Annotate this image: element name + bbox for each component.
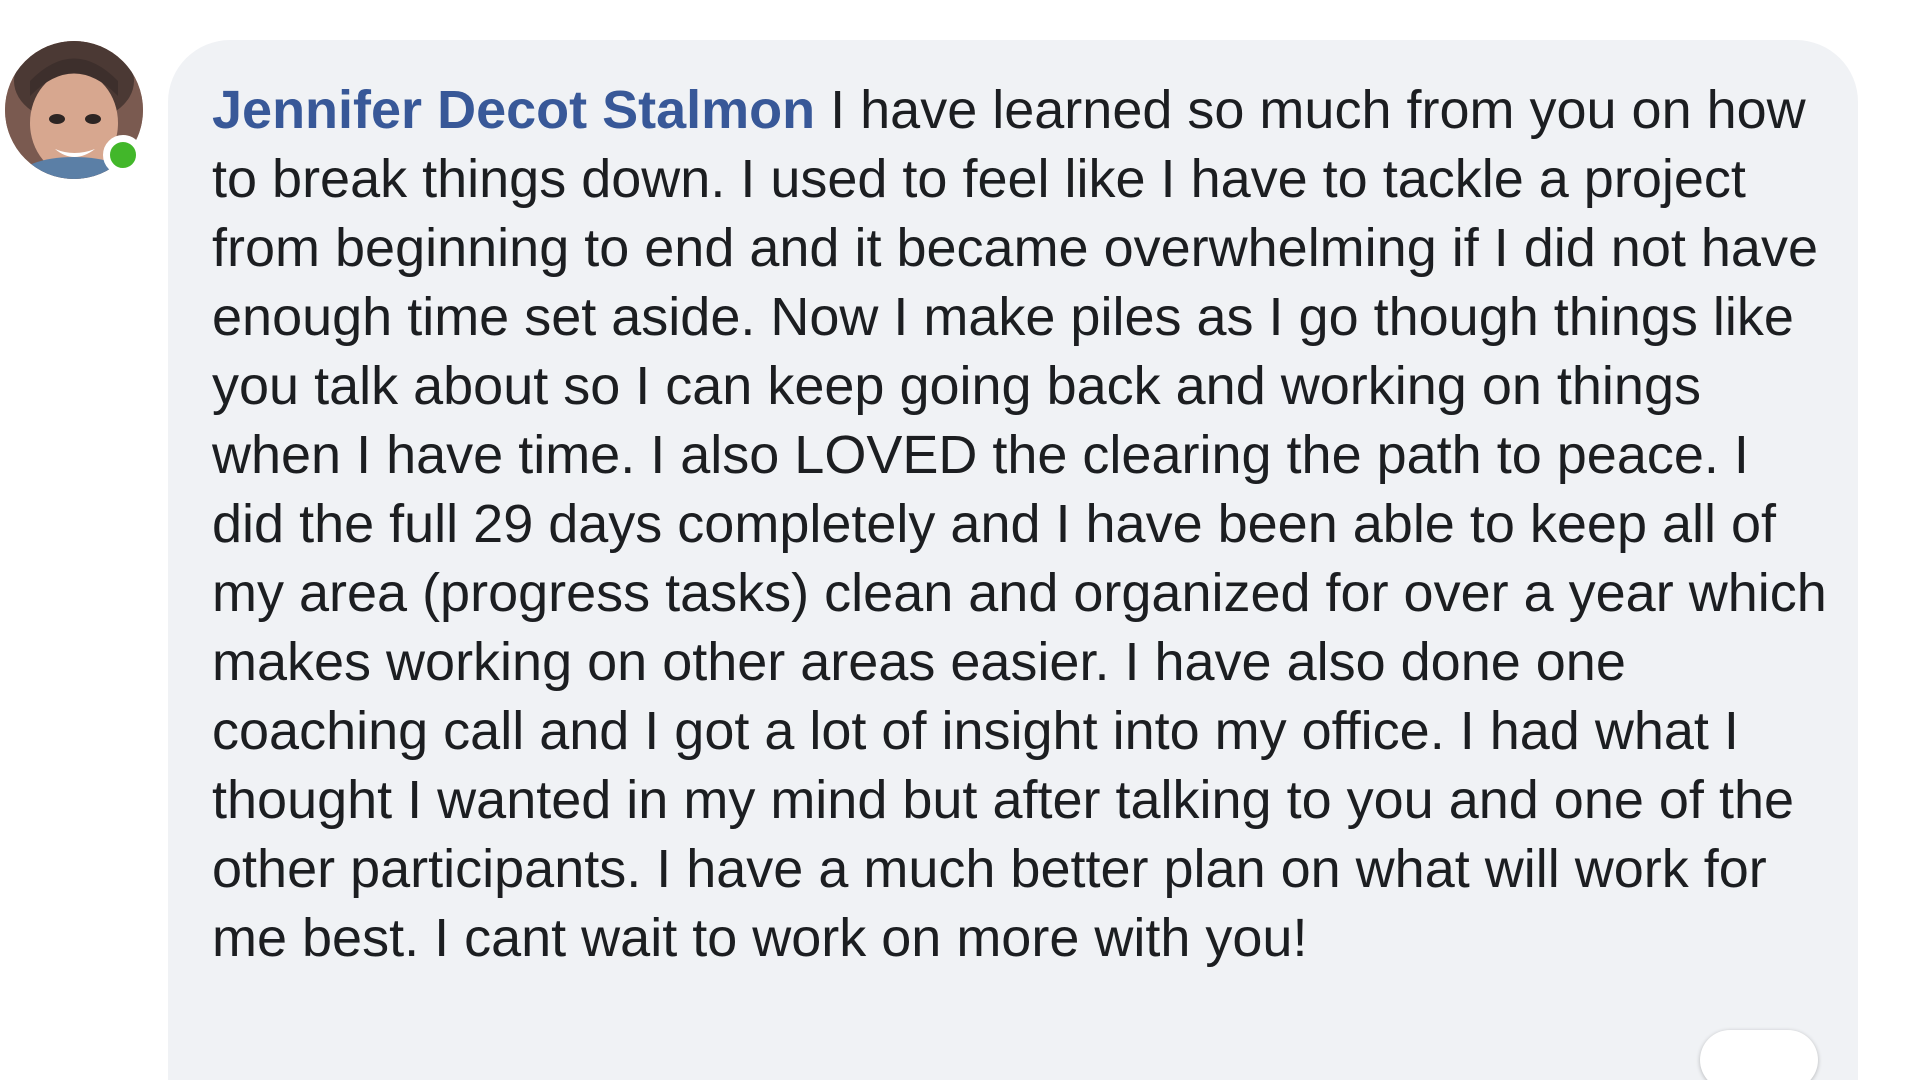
- online-status-icon: [103, 135, 143, 175]
- reactions-pill[interactable]: [1700, 1030, 1818, 1080]
- comment-author-link[interactable]: Jennifer Decot Stalmon: [212, 80, 815, 140]
- comment-bubble: Jennifer Decot Stalmon I have learned so…: [168, 40, 1858, 1080]
- avatar-container[interactable]: [5, 41, 143, 179]
- comment-body: Jennifer Decot Stalmon I have learned so…: [212, 76, 1832, 973]
- comment-screenshot: Jennifer Decot Stalmon I have learned so…: [0, 0, 1920, 1080]
- comment-text: I have learned so much from you on how t…: [212, 80, 1827, 968]
